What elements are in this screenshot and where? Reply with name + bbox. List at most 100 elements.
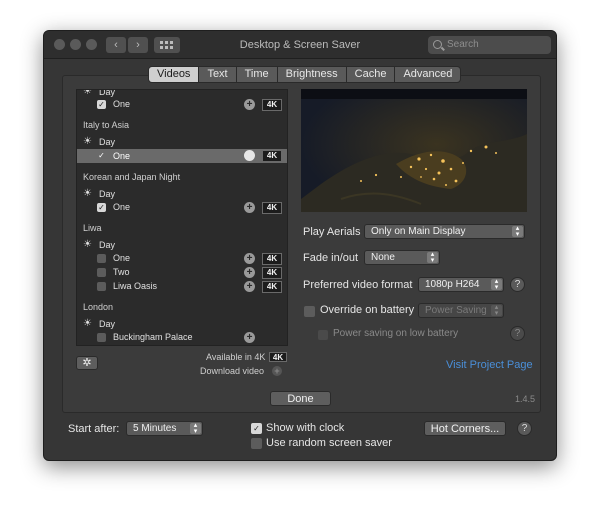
download-button[interactable]: + bbox=[244, 99, 255, 110]
tab-videos[interactable]: Videos bbox=[149, 67, 200, 82]
updown-arrows-icon: ▴ ▾ bbox=[190, 422, 201, 435]
video-label: Two bbox=[113, 267, 130, 277]
override-battery-checkbox[interactable] bbox=[304, 306, 315, 317]
tab-brightness[interactable]: Brightness bbox=[278, 67, 347, 82]
random-saver-checkbox[interactable] bbox=[251, 438, 262, 449]
video-label: Liwa Oasis bbox=[113, 281, 158, 291]
play-aerials-value: Only on Main Display bbox=[371, 226, 466, 237]
search-input[interactable]: Search bbox=[428, 36, 551, 54]
video-checkbox[interactable]: ✓ bbox=[97, 100, 106, 109]
search-icon bbox=[433, 40, 442, 49]
play-aerials-popup[interactable]: Only on Main Display ▴ ▾ bbox=[364, 224, 525, 239]
power-low-checkbox[interactable] bbox=[318, 330, 328, 340]
4k-badge: 4K bbox=[262, 202, 282, 214]
video-checkbox[interactable] bbox=[97, 254, 106, 263]
updown-arrows-icon: ▴ ▾ bbox=[491, 304, 502, 317]
4k-badge: 4K bbox=[262, 253, 282, 265]
preferences-window: ‹ › Desktop & Screen Saver Search Videos… bbox=[43, 30, 557, 461]
search-placeholder: Search bbox=[447, 39, 479, 50]
video-label: One bbox=[113, 202, 131, 212]
earth-night-image bbox=[301, 89, 527, 212]
list-item[interactable]: ✓ One + 4K bbox=[77, 98, 287, 112]
start-after-popup[interactable]: 5 Minutes ▴ ▾ bbox=[126, 421, 203, 436]
format-value: 1080p H264 bbox=[425, 279, 480, 290]
list-item[interactable]: One + 4K bbox=[77, 252, 287, 266]
tab-time[interactable]: Time bbox=[237, 67, 278, 82]
question-icon: ? bbox=[521, 423, 528, 434]
video-preview bbox=[301, 89, 527, 212]
power-saving-value: Power Saving bbox=[425, 305, 487, 316]
visit-project-link[interactable]: Visit Project Page bbox=[446, 359, 533, 371]
show-clock-label: Show with clock bbox=[266, 422, 345, 434]
question-icon: ? bbox=[514, 279, 521, 290]
list-item: ☀ Day bbox=[77, 317, 287, 331]
updown-arrows-icon: ▴ ▾ bbox=[427, 251, 438, 264]
title-bar: ‹ › Desktop & Screen Saver Search bbox=[44, 31, 556, 59]
download-video-label: Download video bbox=[200, 366, 265, 376]
play-aerials-label: Play Aerials bbox=[303, 226, 361, 238]
power-saving-popup[interactable]: Power Saving ▴ ▾ bbox=[418, 303, 504, 318]
list-item: ☀ Day bbox=[77, 135, 287, 149]
download-button[interactable]: + bbox=[244, 202, 255, 213]
download-button[interactable]: + bbox=[244, 281, 255, 292]
video-checkbox[interactable] bbox=[97, 282, 106, 291]
list-item-selected[interactable]: ✓ One 4K bbox=[77, 149, 287, 163]
updown-arrows-icon: ▴ ▾ bbox=[491, 278, 502, 291]
4k-badge: 4K bbox=[262, 99, 282, 111]
4k-badge: 4K bbox=[262, 267, 282, 279]
available-4k-label: Available in 4K bbox=[206, 352, 266, 362]
video-label: Buckingham Palace bbox=[113, 332, 193, 342]
download-button[interactable]: + bbox=[244, 253, 255, 264]
hot-corners-button[interactable]: Hot Corners... bbox=[424, 421, 506, 436]
list-item: ☀ Day bbox=[77, 238, 287, 252]
format-help-button[interactable]: ? bbox=[510, 277, 525, 292]
done-button[interactable]: Done bbox=[270, 391, 331, 406]
list-item[interactable]: Two + 4K bbox=[77, 266, 287, 280]
video-list[interactable]: ☀ Day ✓ One + 4K Italy to Asia ☀ Day ✓ O… bbox=[76, 89, 288, 346]
tab-advanced[interactable]: Advanced bbox=[395, 67, 460, 82]
override-battery-label: Override on battery bbox=[320, 304, 415, 316]
download-button[interactable]: + bbox=[244, 267, 255, 278]
power-low-label: Power saving on low battery bbox=[333, 328, 459, 339]
fade-popup[interactable]: None ▴ ▾ bbox=[364, 250, 440, 265]
start-after-label: Start after: bbox=[68, 423, 120, 435]
list-item: ☀ Day bbox=[77, 187, 287, 201]
download-legend-icon: + bbox=[272, 366, 282, 376]
list-item[interactable]: ✓ One + 4K bbox=[77, 201, 287, 215]
day-label: Day bbox=[99, 189, 116, 199]
group-header: Korean and Japan Night bbox=[83, 172, 181, 182]
list-item[interactable] bbox=[77, 345, 288, 346]
video-label: One bbox=[113, 99, 131, 109]
fade-value: None bbox=[371, 252, 395, 263]
fade-label: Fade in/out bbox=[303, 252, 359, 264]
gear-icon: ✲ bbox=[82, 357, 92, 369]
download-button[interactable]: + bbox=[244, 332, 255, 343]
group-header: Liwa bbox=[83, 223, 102, 233]
video-checkbox[interactable]: ✓ bbox=[97, 203, 106, 212]
random-saver-label: Use random screen saver bbox=[266, 437, 392, 449]
show-clock-checkbox[interactable]: ✓ bbox=[251, 423, 262, 434]
video-checkbox[interactable] bbox=[97, 333, 106, 342]
video-label: One bbox=[113, 151, 131, 161]
video-label: One bbox=[113, 253, 131, 263]
settings-button[interactable]: ✲ bbox=[76, 356, 98, 370]
4k-badge: 4K bbox=[262, 281, 282, 293]
footer-help-button[interactable]: ? bbox=[517, 421, 532, 436]
tab-cache[interactable]: Cache bbox=[347, 67, 396, 82]
sun-icon: ☀ bbox=[83, 239, 92, 250]
list-item[interactable]: Buckingham Palace + bbox=[77, 331, 287, 345]
format-popup[interactable]: 1080p H264 ▴ ▾ bbox=[418, 277, 504, 292]
updown-arrows-icon: ▴ ▾ bbox=[512, 225, 523, 238]
video-checkbox[interactable] bbox=[97, 268, 106, 277]
list-item[interactable]: Liwa Oasis + 4K bbox=[77, 280, 287, 294]
tab-text[interactable]: Text bbox=[199, 67, 237, 82]
power-help-button[interactable]: ? bbox=[510, 326, 525, 341]
version-label: 1.4.5 bbox=[515, 394, 536, 404]
group-header: Italy to Asia bbox=[83, 120, 130, 130]
video-checkbox[interactable]: ✓ bbox=[97, 151, 106, 160]
question-icon: ? bbox=[514, 328, 521, 339]
day-label: Day bbox=[99, 240, 116, 250]
sun-icon: ☀ bbox=[83, 89, 92, 97]
day-label: Day bbox=[99, 137, 116, 147]
sun-icon: ☀ bbox=[83, 136, 92, 147]
